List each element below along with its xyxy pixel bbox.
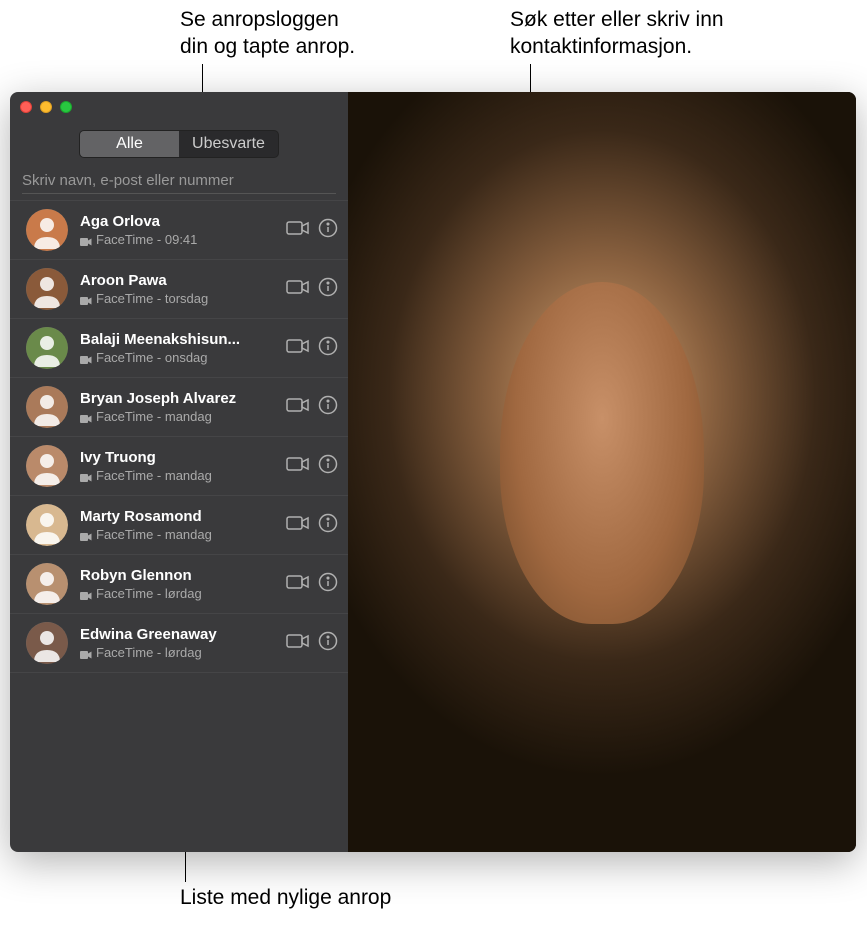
callout-call-log: Se anropsloggen din og tapte anrop. — [180, 6, 355, 61]
video-icon — [80, 294, 92, 304]
call-actions — [286, 631, 338, 656]
info-button[interactable] — [318, 395, 338, 420]
avatar — [26, 445, 68, 487]
call-info: Ivy Truong FaceTime - mandag — [80, 449, 274, 483]
video-icon — [80, 235, 92, 245]
call-name: Marty Rosamond — [80, 508, 274, 525]
call-meta: FaceTime - lørdag — [80, 586, 274, 601]
call-info: Robyn Glennon FaceTime - lørdag — [80, 567, 274, 601]
avatar — [26, 386, 68, 428]
call-name: Robyn Glennon — [80, 567, 274, 584]
info-button[interactable] — [318, 454, 338, 479]
call-meta: FaceTime - lørdag — [80, 645, 274, 660]
call-actions — [286, 513, 338, 538]
call-meta-text: FaceTime - torsdag — [96, 291, 208, 306]
call-name: Aga Orlova — [80, 213, 274, 230]
call-actions — [286, 454, 338, 479]
video-call-button[interactable] — [286, 397, 310, 418]
call-row[interactable]: Robyn Glennon FaceTime - lørdag — [10, 555, 348, 614]
call-meta-text: FaceTime - mandag — [96, 409, 212, 424]
call-row[interactable]: Bryan Joseph Alvarez FaceTime - mandag — [10, 378, 348, 437]
call-meta: FaceTime - mandag — [80, 409, 274, 424]
call-name: Edwina Greenaway — [80, 626, 274, 643]
video-preview — [348, 92, 856, 852]
video-call-button[interactable] — [286, 456, 310, 477]
call-name: Ivy Truong — [80, 449, 274, 466]
call-meta: FaceTime - 09:41 — [80, 232, 274, 247]
call-name: Bryan Joseph Alvarez — [80, 390, 274, 407]
avatar — [26, 209, 68, 251]
call-meta: FaceTime - torsdag — [80, 291, 274, 306]
call-info: Aga Orlova FaceTime - 09:41 — [80, 213, 274, 247]
avatar — [26, 268, 68, 310]
video-icon — [80, 648, 92, 658]
video-icon — [80, 589, 92, 599]
callout-line — [185, 852, 186, 882]
avatar — [26, 504, 68, 546]
call-actions — [286, 572, 338, 597]
call-meta: FaceTime - onsdag — [80, 350, 274, 365]
video-call-button[interactable] — [286, 633, 310, 654]
call-row[interactable]: Balaji Meenakshisun... FaceTime - onsdag — [10, 319, 348, 378]
info-button[interactable] — [318, 218, 338, 243]
info-button[interactable] — [318, 631, 338, 656]
callout-recent-calls: Liste med nylige anrop — [180, 884, 391, 911]
video-call-button[interactable] — [286, 220, 310, 241]
call-actions — [286, 336, 338, 361]
call-meta-text: FaceTime - lørdag — [96, 586, 202, 601]
video-call-button[interactable] — [286, 338, 310, 359]
call-meta: FaceTime - mandag — [80, 527, 274, 542]
callout-search: Søk etter eller skriv inn kontaktinforma… — [510, 6, 724, 61]
call-row[interactable]: Aroon Pawa FaceTime - torsdag — [10, 260, 348, 319]
close-button[interactable] — [20, 101, 32, 113]
video-icon — [80, 530, 92, 540]
call-actions — [286, 277, 338, 302]
call-info: Edwina Greenaway FaceTime - lørdag — [80, 626, 274, 660]
call-actions — [286, 218, 338, 243]
face-shape — [500, 282, 703, 624]
video-placeholder — [348, 92, 856, 852]
info-button[interactable] — [318, 572, 338, 597]
call-row[interactable]: Edwina Greenaway FaceTime - lørdag — [10, 614, 348, 673]
call-meta-text: FaceTime - mandag — [96, 527, 212, 542]
avatar — [26, 327, 68, 369]
call-name: Aroon Pawa — [80, 272, 274, 289]
maximize-button[interactable] — [60, 101, 72, 113]
video-call-button[interactable] — [286, 279, 310, 300]
minimize-button[interactable] — [40, 101, 52, 113]
info-button[interactable] — [318, 513, 338, 538]
call-info: Balaji Meenakshisun... FaceTime - onsdag — [80, 331, 274, 365]
search-input[interactable] — [22, 168, 336, 194]
call-meta-text: FaceTime - 09:41 — [96, 232, 197, 247]
segment-all[interactable]: Alle — [80, 131, 179, 157]
facetime-window: Alle Ubesvarte Aga Orlova FaceTime - 09:… — [10, 92, 856, 852]
sidebar: Alle Ubesvarte Aga Orlova FaceTime - 09:… — [10, 92, 348, 852]
video-icon — [80, 471, 92, 481]
video-call-button[interactable] — [286, 515, 310, 536]
video-icon — [80, 412, 92, 422]
call-row[interactable]: Aga Orlova FaceTime - 09:41 — [10, 200, 348, 260]
call-meta: FaceTime - mandag — [80, 468, 274, 483]
titlebar — [10, 92, 348, 122]
avatar — [26, 622, 68, 664]
call-meta-text: FaceTime - mandag — [96, 468, 212, 483]
call-name: Balaji Meenakshisun... — [80, 331, 274, 348]
call-row[interactable]: Ivy Truong FaceTime - mandag — [10, 437, 348, 496]
search-wrap — [10, 168, 348, 200]
info-button[interactable] — [318, 336, 338, 361]
call-meta-text: FaceTime - lørdag — [96, 645, 202, 660]
avatar — [26, 563, 68, 605]
video-call-button[interactable] — [286, 574, 310, 595]
call-row[interactable]: Marty Rosamond FaceTime - mandag — [10, 496, 348, 555]
call-meta-text: FaceTime - onsdag — [96, 350, 208, 365]
info-button[interactable] — [318, 277, 338, 302]
video-icon — [80, 353, 92, 363]
call-filter-segments: Alle Ubesvarte — [79, 130, 279, 158]
call-info: Aroon Pawa FaceTime - torsdag — [80, 272, 274, 306]
segment-missed[interactable]: Ubesvarte — [179, 131, 278, 157]
call-info: Bryan Joseph Alvarez FaceTime - mandag — [80, 390, 274, 424]
call-actions — [286, 395, 338, 420]
call-info: Marty Rosamond FaceTime - mandag — [80, 508, 274, 542]
call-list: Aga Orlova FaceTime - 09:41 Aroon Pawa F… — [10, 200, 348, 852]
